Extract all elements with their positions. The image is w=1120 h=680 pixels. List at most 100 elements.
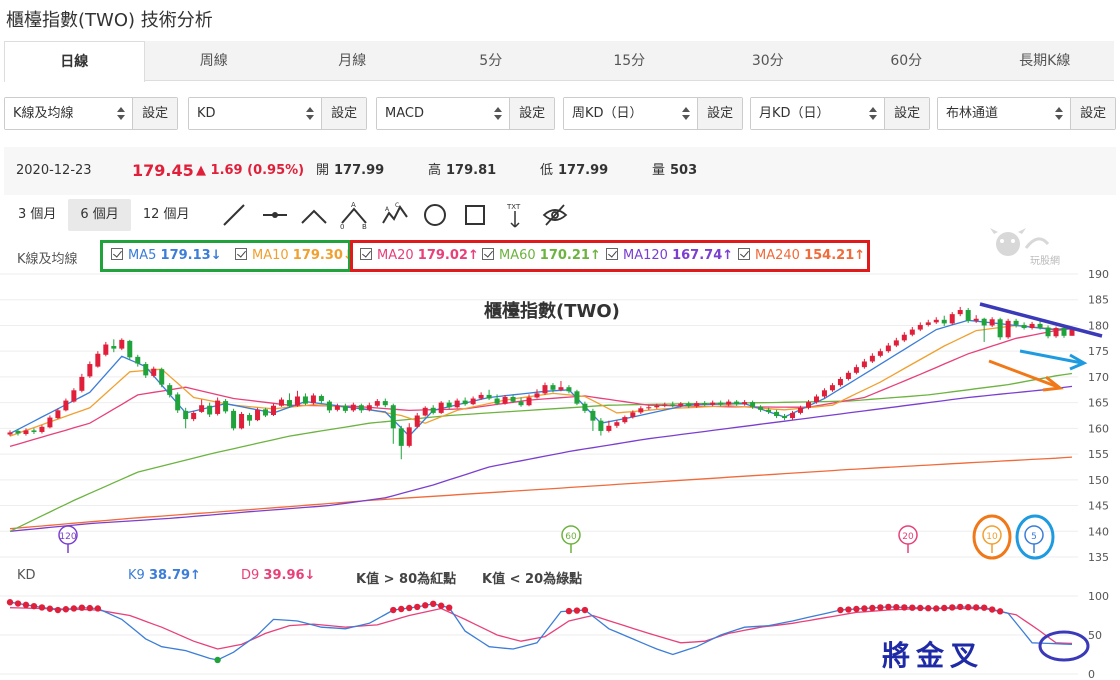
candle <box>845 372 851 379</box>
candle <box>590 410 596 421</box>
candle <box>877 351 883 356</box>
k9-value: 38.79↑ <box>148 568 201 583</box>
candle <box>893 340 899 346</box>
kd-overbought-dot <box>78 604 86 611</box>
candle <box>422 407 428 416</box>
kd-overbought-dot <box>6 599 14 606</box>
kd-note-overbought: K值 > 80為紅點 <box>356 572 457 587</box>
kd-overbought-dot <box>869 604 876 612</box>
candle <box>702 403 708 405</box>
kd-overbought-dot <box>398 605 405 613</box>
golden-cross-annotation: 將金叉 <box>882 639 985 672</box>
candle <box>790 412 796 419</box>
candle <box>925 322 931 325</box>
candle <box>326 401 332 411</box>
candle <box>1005 320 1011 338</box>
candle <box>159 369 165 385</box>
candle <box>550 385 556 390</box>
candle <box>294 396 300 406</box>
candle <box>207 405 213 415</box>
candle <box>710 402 716 405</box>
kd-overbought-dot <box>22 601 30 609</box>
candle <box>462 400 468 405</box>
period-marker-label: 120 <box>59 532 76 542</box>
candle <box>358 405 364 411</box>
candle <box>1045 327 1051 337</box>
price-y-tick: 150 <box>1088 474 1109 487</box>
candle <box>981 318 987 326</box>
kd-overbought-dot <box>988 606 996 613</box>
candle <box>510 396 516 402</box>
price-y-tick: 190 <box>1088 268 1109 281</box>
kd-overbought-dot <box>917 604 924 612</box>
candle <box>183 410 189 420</box>
kd-overbought-dot <box>390 606 397 614</box>
period-marker-label: 20 <box>902 532 914 542</box>
kd-overbought-dot <box>933 605 940 612</box>
candle <box>646 407 652 409</box>
candle <box>821 390 827 397</box>
period-marker-label: 10 <box>986 532 998 542</box>
candle <box>63 400 69 411</box>
kd-overbought-dot <box>964 603 972 611</box>
kd-y-tick: 0 <box>1088 668 1095 680</box>
kd-overbought-dot <box>853 605 860 613</box>
candle <box>909 329 915 335</box>
candle <box>382 401 388 406</box>
kd-overbought-dot <box>437 602 445 609</box>
candle <box>119 339 125 349</box>
candle <box>686 403 692 407</box>
candle <box>215 400 221 414</box>
candle <box>39 426 45 432</box>
price-y-tick: 155 <box>1088 448 1109 461</box>
candle <box>47 417 53 428</box>
kd-overbought-dot <box>38 604 46 611</box>
candle <box>278 399 284 406</box>
candle <box>302 396 308 404</box>
candle <box>231 410 237 429</box>
candle <box>1029 323 1035 329</box>
price-y-tick: 140 <box>1088 525 1109 538</box>
kd-overbought-dot <box>30 602 38 610</box>
candle <box>614 422 620 426</box>
period-marker-label: 5 <box>1031 532 1037 542</box>
candle <box>997 319 1003 338</box>
candle <box>239 413 245 429</box>
candle <box>973 318 979 321</box>
kd-overbought-dot <box>925 605 932 612</box>
d9-label: D9 <box>241 568 260 583</box>
ma5-line <box>9 319 1073 438</box>
candle <box>334 405 340 410</box>
candle <box>885 345 891 352</box>
candle <box>478 394 484 399</box>
candle <box>255 409 261 421</box>
candle <box>438 402 444 413</box>
candle <box>374 401 380 406</box>
candle <box>813 396 819 403</box>
kd-overbought-dot <box>861 605 868 612</box>
candle <box>1013 320 1019 325</box>
candle <box>965 310 971 321</box>
candle <box>7 432 13 435</box>
candle <box>622 417 628 423</box>
candle <box>55 410 61 419</box>
candle <box>79 376 85 391</box>
candle <box>933 319 939 323</box>
candle <box>638 408 644 413</box>
kd-overbought-dot <box>565 607 573 615</box>
candle <box>750 402 756 407</box>
kd-overbought-dot <box>837 606 844 614</box>
candle <box>446 402 452 408</box>
candle <box>574 391 580 404</box>
candle <box>263 409 269 416</box>
candle <box>1053 328 1059 337</box>
candle <box>694 403 700 407</box>
candle <box>390 405 396 429</box>
candle <box>23 430 29 435</box>
kd-overbought-dot <box>972 604 980 611</box>
candle <box>191 412 197 420</box>
candle <box>15 430 21 434</box>
candle <box>286 400 292 407</box>
kd-overbought-dot <box>94 605 102 612</box>
candle <box>518 401 524 406</box>
